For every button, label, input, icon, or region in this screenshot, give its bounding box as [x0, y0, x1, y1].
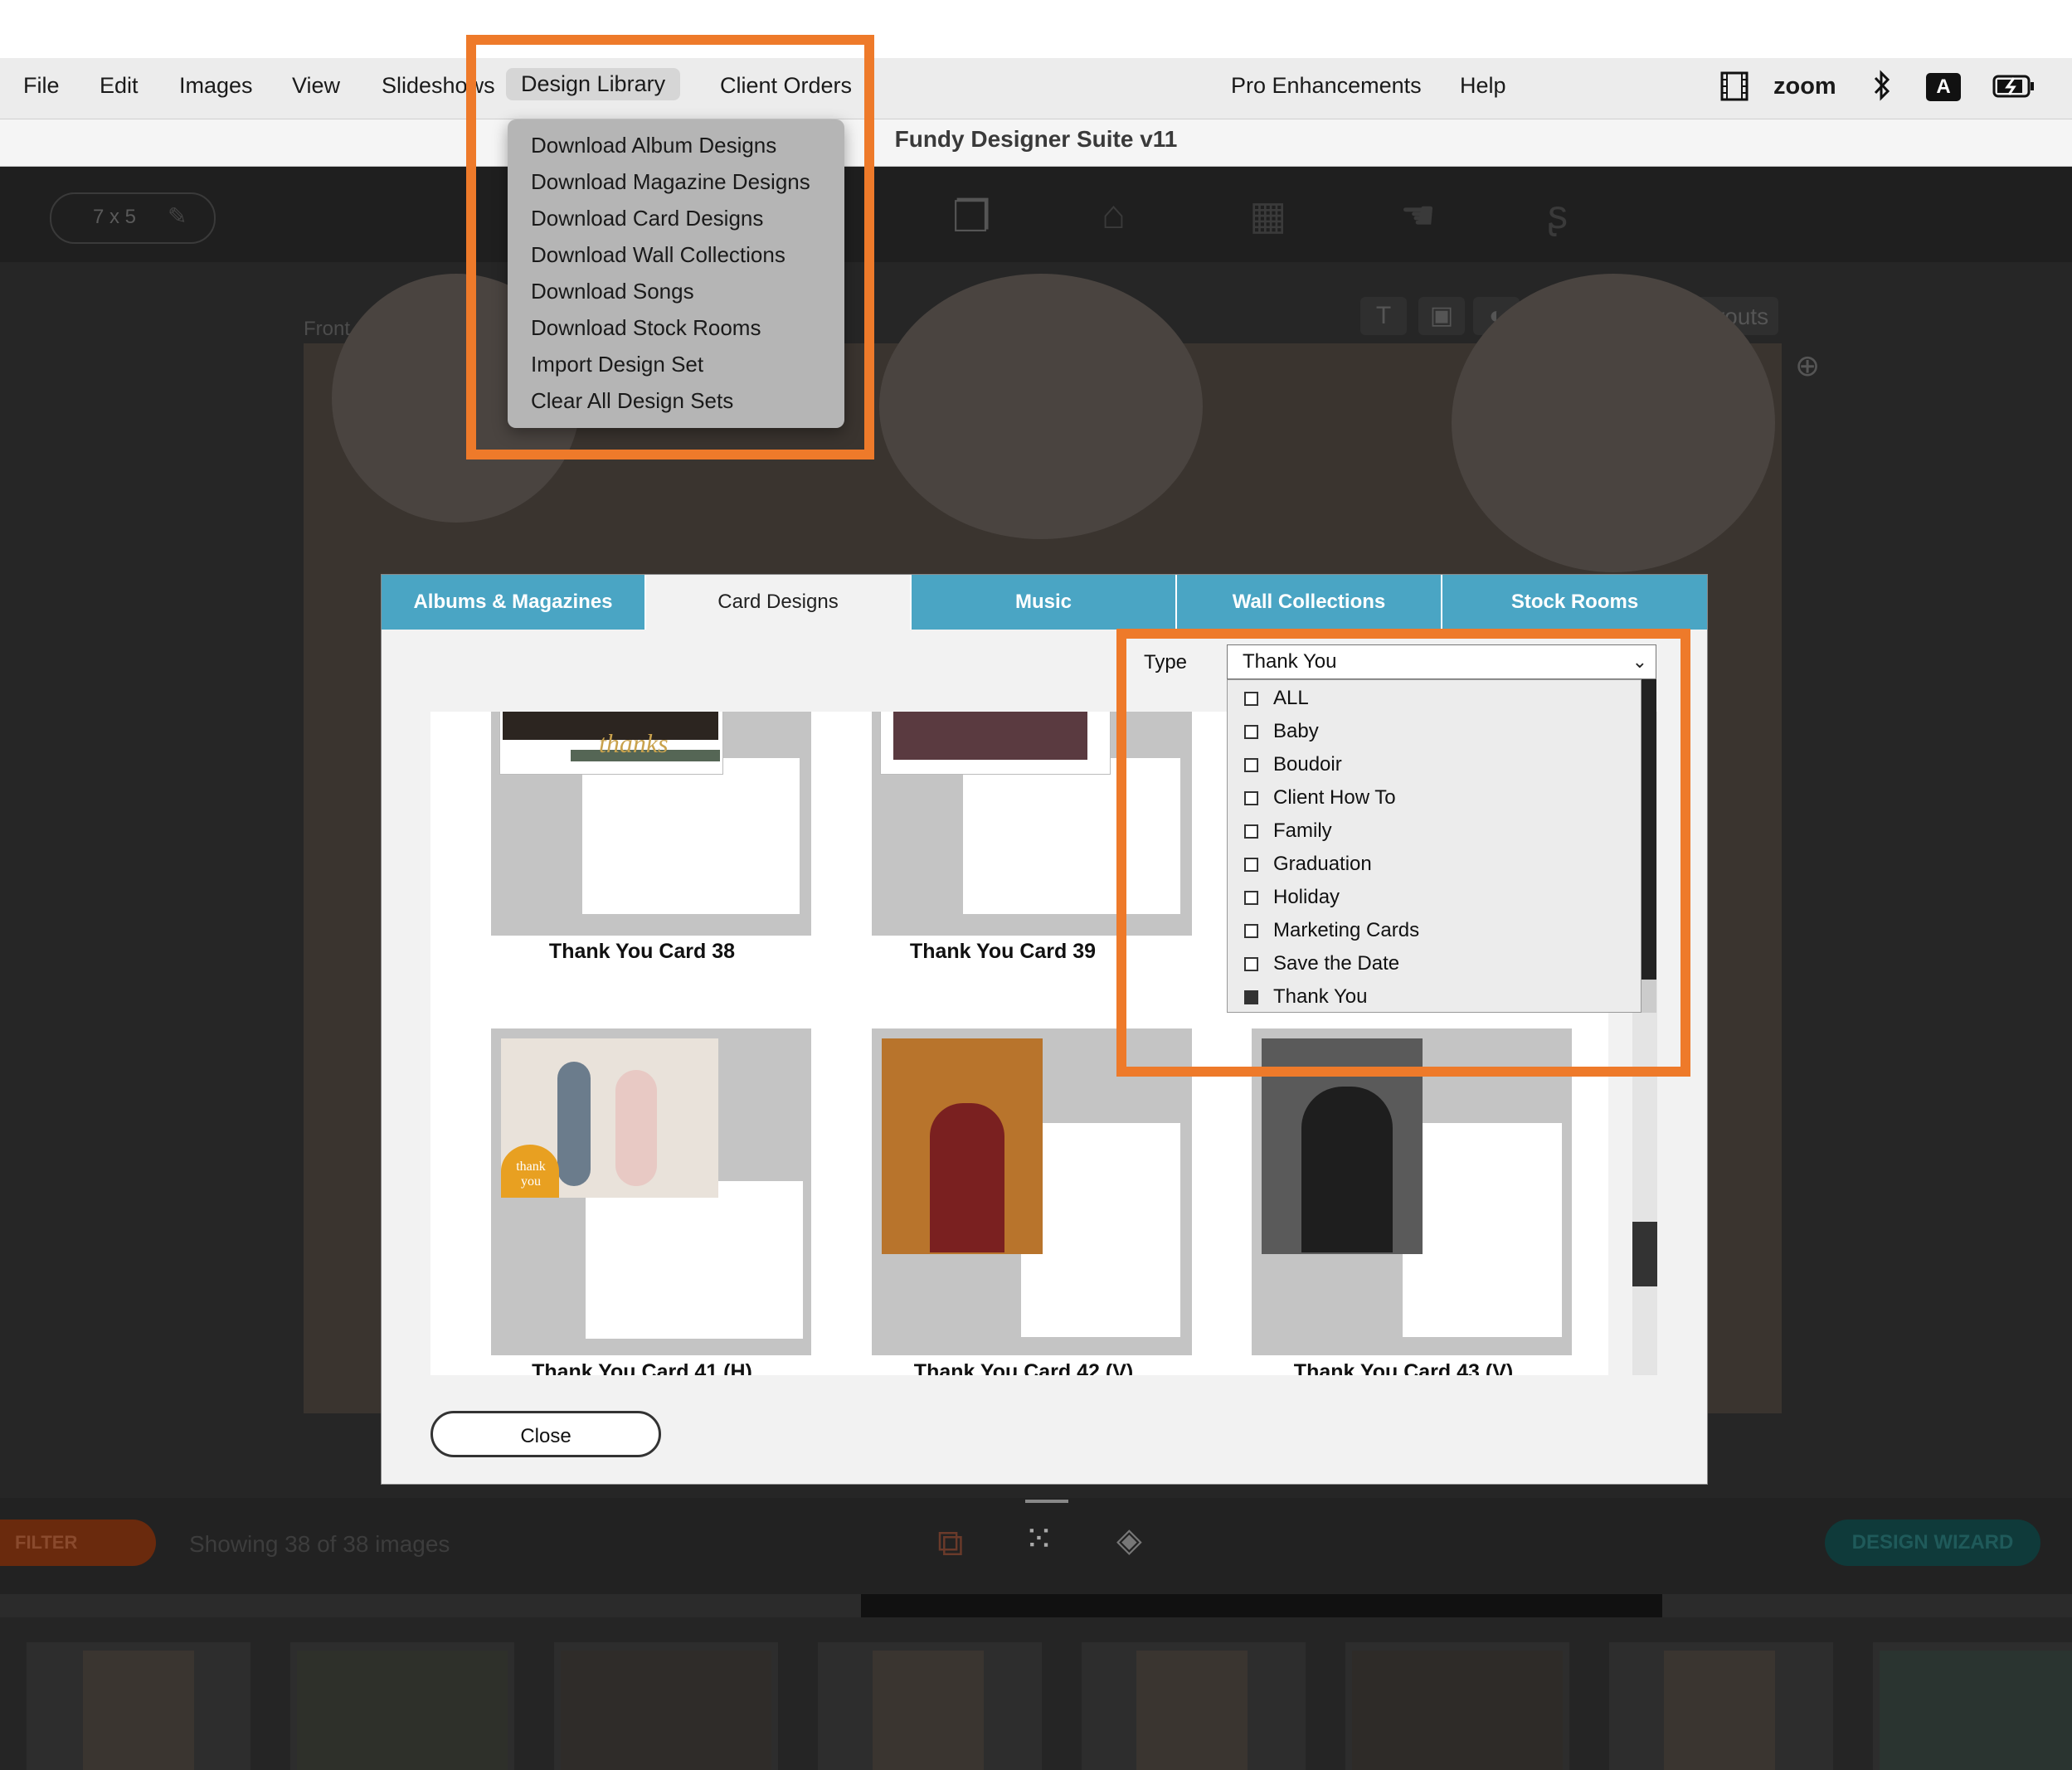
product-size-pill[interactable]: 7 x 5 ✎	[50, 192, 216, 244]
menu-edit[interactable]: Edit	[100, 73, 139, 99]
filmstrip-image	[873, 1651, 984, 1770]
tab-wall-collections[interactable]: Wall Collections	[1177, 575, 1442, 630]
tab-music[interactable]: Music	[912, 575, 1177, 630]
card-overlay-text: thanks	[599, 728, 669, 758]
filmstrip-image	[1136, 1651, 1248, 1770]
card-back	[586, 1181, 803, 1339]
window-titlebar: Fundy Designer Suite v11	[0, 119, 2072, 167]
menu-pro-enhancements[interactable]: Pro Enhancements	[1231, 73, 1422, 99]
pages-icon[interactable]: ❐	[952, 192, 991, 242]
filmstrip-image	[1664, 1651, 1775, 1770]
card-badge-text: thank you	[516, 1160, 546, 1189]
menu-file[interactable]: File	[23, 73, 60, 99]
tab-albums-magazines[interactable]: Albums & Magazines	[382, 575, 646, 630]
filmstrip-image	[83, 1651, 194, 1770]
product-size: 7 x 5	[93, 206, 137, 228]
easel-icon[interactable]: ⌂	[1102, 192, 1126, 238]
filmstrip-image	[297, 1651, 508, 1770]
layout-icon[interactable]: ▦	[1249, 192, 1286, 239]
photo-figure	[557, 1062, 591, 1186]
menu-images[interactable]: Images	[179, 73, 253, 99]
photo-figure	[1301, 1087, 1393, 1252]
filmstrip-image	[1352, 1651, 1563, 1770]
card-thumbnail[interactable]	[872, 1028, 1192, 1355]
drag-handle[interactable]	[1025, 1500, 1068, 1503]
card-back	[1403, 1123, 1562, 1337]
add-page-icon[interactable]: ⊕	[1795, 348, 1820, 383]
bluetooth-icon[interactable]	[1873, 70, 1891, 108]
card-title[interactable]: Thank You Card 43 (V)	[1213, 1360, 1594, 1375]
text-tool-icon[interactable]: T	[1360, 297, 1407, 335]
card-title[interactable]: Thank You Card 41 (H)	[451, 1360, 833, 1375]
grid-scrollbar-thumb[interactable]	[1632, 1222, 1657, 1286]
photo-figure	[930, 1103, 1004, 1252]
card-thumbnail[interactable]: thank you	[491, 1028, 811, 1355]
filmstrip-image	[561, 1651, 771, 1770]
menu-bar: File Edit Images View Slideshows Design …	[0, 58, 2072, 119]
card-photo	[893, 712, 1087, 760]
close-button[interactable]: Close	[430, 1411, 661, 1457]
design-wizard-button[interactable]: DESIGN WIZARD	[1825, 1520, 2040, 1566]
filter-button[interactable]: FILTER	[0, 1520, 156, 1566]
film-icon[interactable]	[1720, 71, 1749, 108]
frame-tool-icon[interactable]: ▣	[1418, 297, 1465, 335]
highlight-box	[1116, 629, 1690, 1077]
card-title[interactable]: Thank You Card 38	[451, 940, 833, 964]
layers-icon[interactable]: ◈	[1116, 1521, 1142, 1559]
filmstrip-image	[1880, 1651, 2072, 1770]
tab-card-designs[interactable]: Card Designs	[646, 575, 912, 630]
card-thumbnail[interactable]	[1252, 1028, 1572, 1355]
window-title: Fundy Designer Suite v11	[894, 126, 1178, 152]
filmstrip-scrollbar[interactable]	[861, 1594, 1662, 1617]
card-back	[582, 758, 800, 914]
front-label: Front	[304, 318, 351, 340]
card-thumbnail[interactable]: thanks	[491, 712, 811, 936]
keyboard-input-icon[interactable]: A	[1926, 73, 1961, 101]
highlight-box	[466, 35, 874, 460]
photo-figure	[615, 1070, 657, 1186]
menu-view[interactable]: View	[292, 73, 340, 99]
showing-count: Showing 38 of 38 images	[189, 1531, 450, 1557]
card-back	[1021, 1123, 1180, 1337]
hand-icon[interactable]: ☚	[1400, 192, 1436, 239]
signature-icon[interactable]: ʂ	[1548, 192, 1568, 238]
canvas-ornament	[879, 274, 1203, 539]
canvas-ornament	[1452, 274, 1775, 572]
card-title[interactable]: Thank You Card 42 (V)	[833, 1360, 1214, 1375]
pencil-icon[interactable]: ✎	[168, 202, 187, 230]
menu-help[interactable]: Help	[1460, 73, 1506, 99]
tab-stock-rooms[interactable]: Stock Rooms	[1442, 575, 1707, 630]
battery-icon[interactable]	[1992, 73, 2036, 106]
app-toolbar	[0, 167, 2072, 262]
screen-top	[0, 0, 2072, 58]
zoom-status[interactable]: zoom	[1773, 73, 1836, 100]
grid-dots-icon[interactable]: ⁙	[1024, 1518, 1054, 1560]
images-view-icon[interactable]: ⧉	[937, 1523, 963, 1564]
